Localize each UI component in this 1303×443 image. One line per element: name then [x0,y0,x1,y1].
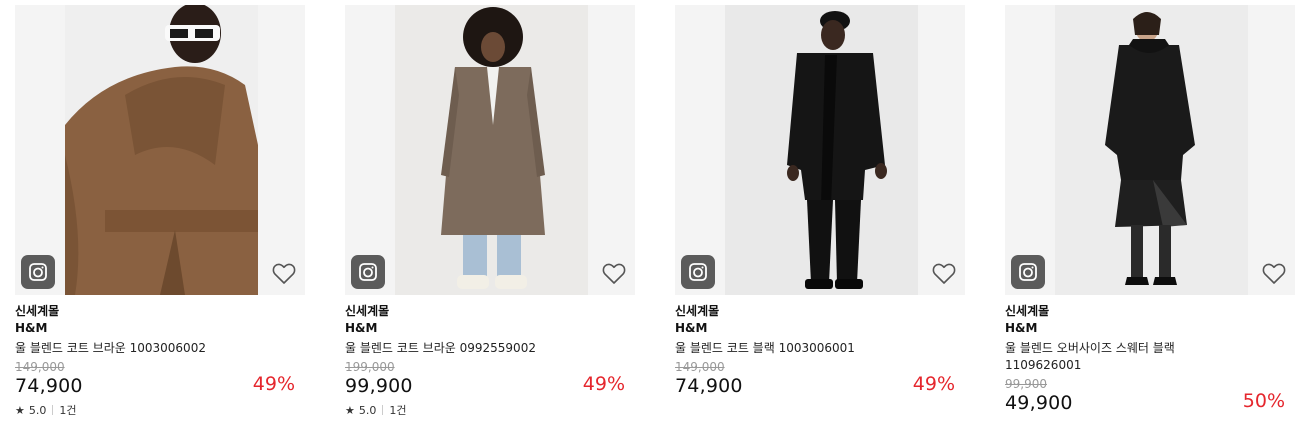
discount-rate: 49% [912,373,955,395]
product-info: 신세계몰 H&M 울 블렌드 코트 블랙 1003006001 149,000 … [675,295,965,397]
brand-name[interactable]: H&M [1005,320,1295,337]
product-photo[interactable] [395,5,588,295]
discount-rate: 50% [1242,390,1285,412]
store-name[interactable]: 신세계몰 [345,303,635,320]
product-thumbnail[interactable] [345,5,635,295]
review-count: 1건 [389,404,407,417]
product-photo[interactable] [725,5,918,295]
product-info: 신세계몰 H&M 울 블렌드 오버사이즈 스웨터 블랙 1109626001 9… [1005,295,1295,414]
camera-icon[interactable] [351,255,385,289]
camera-icon[interactable] [1011,255,1045,289]
store-name[interactable]: 신세계몰 [675,303,965,320]
heart-outline-icon[interactable] [1261,261,1287,287]
star-icon: ★ [345,403,355,417]
discount-rate: 49% [252,373,295,395]
product-thumbnail[interactable] [15,5,305,295]
product-thumbnail[interactable] [1005,5,1295,295]
star-icon: ★ [15,403,25,417]
rating-score: 5.0 [28,403,47,417]
heart-outline-icon[interactable] [601,261,627,287]
brand-name[interactable]: H&M [675,320,965,337]
heart-outline-icon[interactable] [271,261,297,287]
divider [382,405,384,415]
rating-summary[interactable]: ★ 5.0 1건 [15,402,305,418]
product-name[interactable]: 울 블렌드 오버사이즈 스웨터 블랙 1109626001 [1005,340,1210,374]
product-name[interactable]: 울 블렌드 코트 브라운 1003006002 [15,340,235,357]
discount-rate: 49% [582,373,625,395]
product-info: 신세계몰 H&M 울 블렌드 코트 브라운 1003006002 149,000… [15,295,305,418]
store-name[interactable]: 신세계몰 [15,303,305,320]
product-name[interactable]: 울 블렌드 코트 브라운 0992559002 [345,340,565,357]
rating-score: 5.0 [358,403,377,417]
brand-name[interactable]: H&M [345,320,635,337]
product-card[interactable]: 신세계몰 H&M 울 블렌드 오버사이즈 스웨터 블랙 1109626001 9… [1005,5,1295,418]
product-thumbnail[interactable] [675,5,965,295]
camera-icon[interactable] [681,255,715,289]
heart-outline-icon[interactable] [931,261,957,287]
camera-icon[interactable] [21,255,55,289]
product-card[interactable]: 신세계몰 H&M 울 블렌드 코트 블랙 1003006001 149,000 … [675,5,965,418]
rating-summary[interactable]: ★ 5.0 1건 [345,402,635,418]
brand-name[interactable]: H&M [15,320,305,337]
product-photo[interactable] [1055,5,1248,295]
product-photo[interactable] [65,5,258,295]
product-name[interactable]: 울 블렌드 코트 블랙 1003006001 [675,340,895,357]
product-card[interactable]: 신세계몰 H&M 울 블렌드 코트 브라운 0992559002 199,000… [345,5,635,418]
product-card[interactable]: 신세계몰 H&M 울 블렌드 코트 브라운 1003006002 149,000… [15,5,305,418]
product-grid: 신세계몰 H&M 울 블렌드 코트 브라운 1003006002 149,000… [15,5,1295,418]
divider [52,405,54,415]
review-count: 1건 [59,404,77,417]
store-name[interactable]: 신세계몰 [1005,303,1295,320]
product-info: 신세계몰 H&M 울 블렌드 코트 브라운 0992559002 199,000… [345,295,635,418]
